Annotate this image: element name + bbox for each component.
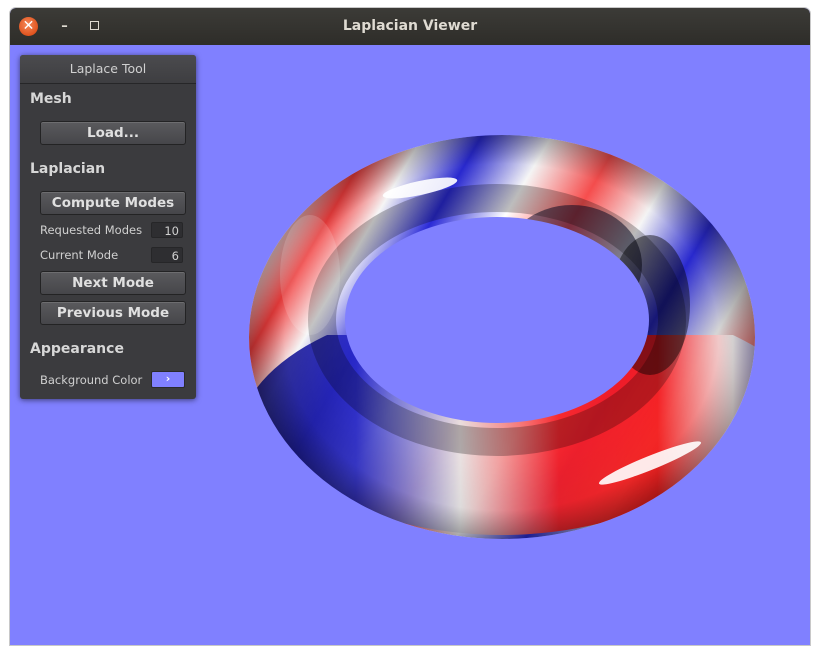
requested-modes-input[interactable]: 10 (151, 222, 183, 238)
chevron-right-icon: › (165, 372, 171, 385)
section-appearance-heading: Appearance (30, 341, 124, 357)
window-title: Laplacian Viewer (342, 18, 478, 34)
compute-modes-button[interactable]: Compute Modes (40, 191, 186, 215)
background-color-label: Background Color (40, 373, 143, 387)
torus-surface (240, 125, 810, 575)
laplace-tool-panel: Laplace Tool Mesh Load... Laplacian Comp… (20, 55, 196, 399)
requested-modes-label: Requested Modes (40, 223, 143, 237)
background-color-picker[interactable]: › (151, 371, 185, 388)
current-mode-label: Current Mode (40, 248, 119, 262)
current-mode-input[interactable]: 6 (151, 247, 183, 263)
load-button[interactable]: Load... (40, 121, 186, 145)
section-laplacian-heading: Laplacian (30, 161, 106, 177)
3d-viewport[interactable]: Laplace Tool Mesh Load... Laplacian Comp… (10, 45, 810, 645)
panel-title[interactable]: Laplace Tool (20, 55, 196, 84)
previous-mode-button[interactable]: Previous Mode (40, 301, 186, 325)
next-mode-button[interactable]: Next Mode (40, 271, 186, 295)
title-bar[interactable]: ✕ – Laplacian Viewer (10, 8, 810, 45)
section-mesh-heading: Mesh (30, 91, 72, 107)
app-window: ✕ – Laplacian Viewer Laplace Tool Mesh L… (10, 8, 810, 645)
